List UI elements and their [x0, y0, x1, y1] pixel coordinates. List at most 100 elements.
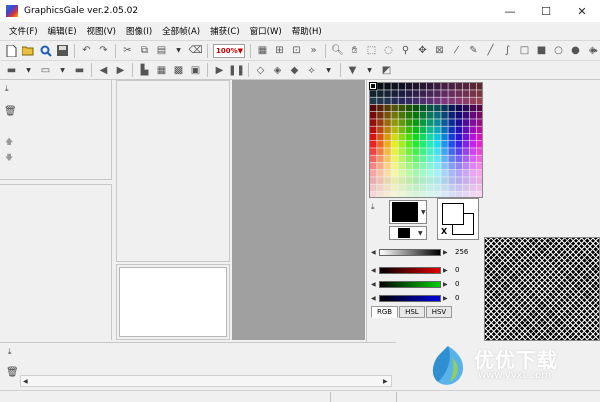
palette-cell[interactable] — [434, 170, 441, 177]
palette-cell[interactable] — [441, 133, 448, 141]
layer-merge-icon[interactable]: ▬ — [73, 63, 87, 77]
palette-cell[interactable] — [427, 184, 434, 192]
palette-cell[interactable] — [441, 148, 448, 155]
palette-cell[interactable] — [405, 155, 413, 163]
palette-cell[interactable] — [377, 184, 384, 192]
palette-cell[interactable] — [412, 162, 420, 170]
tab-rgb[interactable]: RGB — [371, 306, 399, 318]
palette-cell[interactable] — [476, 119, 483, 126]
palette-cell[interactable] — [398, 104, 406, 112]
palette-cell[interactable] — [412, 97, 420, 105]
palette-cell[interactable] — [441, 119, 448, 126]
palette-cell[interactable] — [434, 97, 441, 105]
onion-prev-icon[interactable]: ◈ — [271, 63, 285, 77]
pin-icon[interactable]: ⤓ — [371, 202, 375, 212]
palette-cell[interactable] — [377, 90, 384, 97]
minimize-button[interactable]: — — [492, 0, 528, 22]
palette-cell[interactable] — [377, 83, 384, 90]
palette-cell[interactable] — [384, 184, 391, 192]
palette-cell[interactable] — [441, 177, 448, 184]
arrow-left-icon[interactable]: ◀ — [371, 281, 377, 288]
palette-cell[interactable] — [462, 112, 470, 119]
palette-cell[interactable] — [469, 162, 477, 170]
palette-cell[interactable] — [434, 177, 441, 184]
trash-icon[interactable]: 🗑︎ — [4, 106, 17, 117]
eyedropper-icon[interactable]: ⁄ — [450, 44, 464, 58]
palette-cell[interactable] — [405, 170, 413, 177]
palette-cell[interactable] — [448, 155, 455, 163]
palette-cell[interactable] — [455, 141, 463, 148]
move-down-icon[interactable]: ▼ — [346, 63, 360, 77]
palette-cell[interactable] — [405, 112, 413, 119]
palette-cell[interactable] — [441, 104, 448, 112]
open-folder-icon[interactable] — [22, 44, 36, 58]
palette-cell[interactable] — [391, 112, 398, 119]
palette-cell[interactable] — [469, 141, 477, 148]
palette-cell[interactable] — [377, 141, 384, 148]
red-bar[interactable] — [379, 266, 441, 274]
palette-cell[interactable] — [427, 90, 434, 97]
tag-icon[interactable]: ◩ — [380, 63, 394, 77]
transform-icon[interactable]: ⊠ — [433, 44, 447, 58]
palette-cell[interactable] — [476, 112, 483, 119]
palette-cell[interactable] — [391, 83, 398, 90]
palette-cell[interactable] — [391, 119, 398, 126]
palette-cell[interactable] — [448, 162, 455, 170]
menu-edit[interactable]: 编辑(E) — [43, 25, 82, 37]
arrow-left-icon[interactable]: ◀ — [371, 267, 377, 274]
palette-cell[interactable] — [427, 170, 434, 177]
scroll-right-icon[interactable]: ▶ — [383, 378, 389, 385]
palette-cell[interactable] — [377, 155, 384, 163]
palette-cell[interactable] — [469, 177, 477, 184]
palette-cell[interactable] — [455, 104, 463, 112]
fg-bg-color-box[interactable]: X — [437, 198, 479, 240]
palette-cell[interactable] — [377, 148, 384, 155]
palette-cell[interactable] — [427, 133, 434, 141]
palette-cell[interactable] — [455, 133, 463, 141]
palette-cell[interactable] — [412, 184, 420, 192]
palette-cell[interactable] — [462, 97, 470, 105]
palette-cell[interactable] — [412, 177, 420, 184]
palette-cell[interactable] — [455, 162, 463, 170]
palette-cell[interactable] — [448, 133, 455, 141]
palette-cell[interactable] — [441, 90, 448, 97]
close-button[interactable]: ✕ — [564, 0, 600, 22]
palette-cell[interactable] — [391, 97, 398, 105]
clear-icon[interactable]: ⌫ — [188, 44, 202, 58]
palette-cell[interactable] — [419, 148, 427, 155]
arrow-up-icon[interactable]: 🡅 — [5, 136, 13, 150]
palette-cell[interactable] — [469, 184, 477, 192]
zoom-select[interactable]: 100% ▼ — [213, 43, 245, 58]
palette-cell[interactable] — [405, 119, 413, 126]
alpha-bar[interactable] — [379, 248, 441, 256]
green-bar[interactable] — [379, 280, 441, 288]
new-file-icon[interactable] — [5, 44, 19, 58]
palette-cell[interactable] — [419, 133, 427, 141]
layer-stack-dropdown-icon[interactable]: ▼ — [56, 63, 70, 77]
palette-cell[interactable] — [434, 104, 441, 112]
frame-delete-icon[interactable]: ▣ — [189, 63, 203, 77]
ellipse-icon[interactable]: ○ — [552, 44, 566, 58]
palette-cell[interactable] — [469, 119, 477, 126]
palette-cell[interactable] — [370, 170, 377, 177]
red-slider[interactable]: ◀ ▶ 0 — [371, 264, 481, 276]
palette-cell[interactable] — [419, 112, 427, 119]
palette-cell[interactable] — [441, 83, 448, 90]
palette-cell[interactable] — [434, 148, 441, 155]
palette-cell[interactable] — [476, 184, 483, 192]
palette-cell[interactable] — [462, 170, 470, 177]
palette-cell[interactable] — [455, 119, 463, 126]
arrow-right-icon[interactable]: ▶ — [443, 249, 449, 256]
palette-cell[interactable] — [384, 170, 391, 177]
palette-cell[interactable] — [448, 83, 455, 90]
palette-grid[interactable] — [369, 82, 483, 198]
palette-cell[interactable] — [448, 126, 455, 134]
palette-cell[interactable] — [405, 148, 413, 155]
redo-icon[interactable]: ↷ — [97, 44, 111, 58]
palette-cell[interactable] — [377, 97, 384, 105]
palette-cell[interactable] — [427, 104, 434, 112]
palette-cell[interactable] — [441, 155, 448, 163]
palette-cell[interactable] — [398, 184, 406, 192]
cut-icon[interactable]: ✂ — [121, 44, 135, 58]
palette-cell[interactable] — [476, 177, 483, 184]
